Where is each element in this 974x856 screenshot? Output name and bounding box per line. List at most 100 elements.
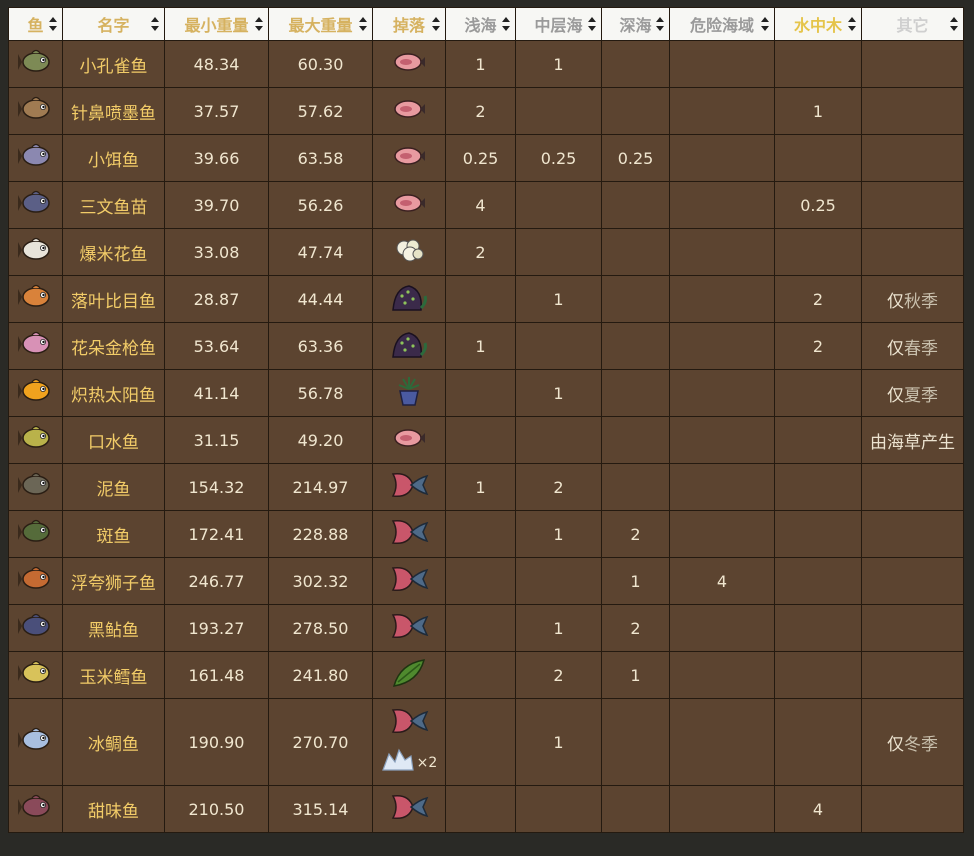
min-weight: 39.70 bbox=[164, 181, 269, 229]
min-weight: 33.08 bbox=[164, 228, 269, 276]
other-note bbox=[861, 510, 964, 558]
column-header-other[interactable]: 其它 bbox=[861, 7, 964, 41]
sort-icon[interactable] bbox=[761, 17, 769, 31]
danger-sea-value bbox=[669, 510, 775, 558]
water-tree-value bbox=[774, 604, 862, 652]
max-weight: 315.14 bbox=[268, 785, 373, 833]
max-weight: 60.30 bbox=[268, 40, 373, 88]
water-tree-value: 2 bbox=[774, 322, 862, 370]
fish-icon bbox=[17, 377, 54, 409]
note-season: 冬季 bbox=[904, 734, 938, 755]
fish-icon-cell bbox=[8, 698, 63, 786]
shallow-sea-value bbox=[445, 275, 516, 323]
sort-icon[interactable] bbox=[432, 17, 440, 31]
danger-sea-value bbox=[669, 785, 775, 833]
corn-icon bbox=[390, 656, 428, 694]
danger-sea-value bbox=[669, 87, 775, 135]
column-header-min-weight[interactable]: 最小重量 bbox=[164, 7, 269, 41]
other-note bbox=[861, 228, 964, 276]
deep-sea-value bbox=[601, 463, 670, 511]
loot-cell bbox=[372, 134, 446, 182]
fish-icon-cell bbox=[8, 275, 63, 323]
column-header-mid-sea[interactable]: 中层海 bbox=[515, 7, 602, 41]
fish-icon-cell bbox=[8, 557, 63, 605]
note-prefix: 仅 bbox=[887, 338, 904, 359]
mid-sea-value: 1 bbox=[515, 275, 602, 323]
loot-cell bbox=[372, 369, 446, 417]
header-row: 鱼 名字 最小重量 最大重量 掉落 浅海 中层海 深海 危险海域 水中木 其它 bbox=[8, 7, 964, 41]
danger-sea-value bbox=[669, 40, 775, 88]
sort-icon[interactable] bbox=[359, 17, 367, 31]
max-weight: 63.58 bbox=[268, 134, 373, 182]
mid-sea-value bbox=[515, 87, 602, 135]
loot-cell bbox=[372, 557, 446, 605]
danger-sea-value bbox=[669, 228, 775, 276]
fish-icon-cell bbox=[8, 134, 63, 182]
loot-cell bbox=[372, 87, 446, 135]
fish-icon-cell bbox=[8, 416, 63, 464]
sort-icon[interactable] bbox=[151, 17, 159, 31]
fish-icon-cell bbox=[8, 651, 63, 699]
table-row: 针鼻喷墨鱼 37.57 57.62 2 1 bbox=[8, 87, 964, 135]
sort-icon[interactable] bbox=[950, 17, 958, 31]
max-weight: 44.44 bbox=[268, 275, 373, 323]
column-header-name[interactable]: 名字 bbox=[62, 7, 165, 41]
water-tree-value bbox=[774, 134, 862, 182]
mid-sea-value: 1 bbox=[515, 40, 602, 88]
mid-sea-value bbox=[515, 785, 602, 833]
deep-sea-value: 2 bbox=[601, 604, 670, 652]
other-note: 仅秋季 bbox=[861, 275, 964, 323]
water-tree-value bbox=[774, 40, 862, 88]
min-weight: 37.57 bbox=[164, 87, 269, 135]
berry-bush-icon bbox=[389, 329, 429, 363]
max-weight: 47.74 bbox=[268, 228, 373, 276]
sort-icon[interactable] bbox=[49, 17, 57, 31]
mid-sea-value bbox=[515, 228, 602, 276]
other-note bbox=[861, 40, 964, 88]
danger-sea-value bbox=[669, 698, 775, 786]
fish-meat-icon bbox=[389, 792, 429, 826]
table-row: 落叶比目鱼 28.87 44.44 1 2 仅秋季 bbox=[8, 275, 964, 323]
potted-plant-icon bbox=[394, 375, 424, 411]
max-weight: 278.50 bbox=[268, 604, 373, 652]
table-row: 三文鱼苗 39.70 56.26 4 0.25 bbox=[8, 181, 964, 229]
min-weight: 190.90 bbox=[164, 698, 269, 786]
fish-icon bbox=[17, 424, 54, 456]
small-meat-icon bbox=[392, 145, 426, 171]
small-meat-icon bbox=[392, 192, 426, 218]
sort-icon[interactable] bbox=[255, 17, 263, 31]
deep-sea-value bbox=[601, 181, 670, 229]
shallow-sea-value: 1 bbox=[445, 40, 516, 88]
loot-cell bbox=[372, 275, 446, 323]
fish-icon bbox=[17, 189, 54, 221]
small-meat-icon bbox=[392, 98, 426, 124]
sort-icon[interactable] bbox=[656, 17, 664, 31]
fish-name: 三文鱼苗 bbox=[62, 181, 165, 229]
column-header-water-tree[interactable]: 水中木 bbox=[774, 7, 862, 41]
max-weight: 49.20 bbox=[268, 416, 373, 464]
sort-icon[interactable] bbox=[502, 17, 510, 31]
other-note: 仅夏季 bbox=[861, 369, 964, 417]
water-tree-value: 4 bbox=[774, 785, 862, 833]
fish-icon bbox=[17, 236, 54, 268]
fish-icon-cell bbox=[8, 40, 63, 88]
deep-sea-value bbox=[601, 228, 670, 276]
sort-icon[interactable] bbox=[588, 17, 596, 31]
loot-cell bbox=[372, 416, 446, 464]
table-row: 小孔雀鱼 48.34 60.30 1 1 bbox=[8, 40, 964, 88]
fish-name: 炽热太阳鱼 bbox=[62, 369, 165, 417]
shallow-sea-value bbox=[445, 557, 516, 605]
column-header-loot[interactable]: 掉落 bbox=[372, 7, 446, 41]
sort-icon[interactable] bbox=[848, 17, 856, 31]
column-header-danger-sea[interactable]: 危险海域 bbox=[669, 7, 775, 41]
min-weight: 193.27 bbox=[164, 604, 269, 652]
column-header-max-weight[interactable]: 最大重量 bbox=[268, 7, 373, 41]
fish-icon-cell bbox=[8, 604, 63, 652]
mid-sea-value: 1 bbox=[515, 369, 602, 417]
column-header-shallow-sea[interactable]: 浅海 bbox=[445, 7, 516, 41]
fish-meat-icon bbox=[389, 706, 429, 740]
column-header-fish[interactable]: 鱼 bbox=[8, 7, 63, 41]
min-weight: 210.50 bbox=[164, 785, 269, 833]
column-header-deep-sea[interactable]: 深海 bbox=[601, 7, 670, 41]
shallow-sea-value bbox=[445, 510, 516, 558]
